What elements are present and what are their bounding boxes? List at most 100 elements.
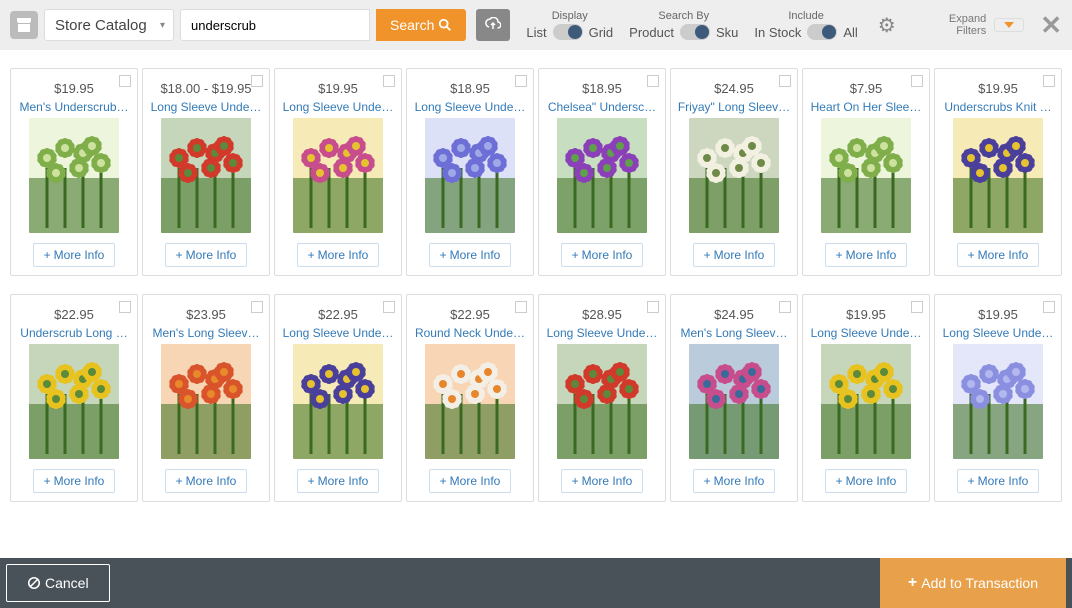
searchby-label: Search By — [658, 10, 709, 22]
select-checkbox[interactable] — [779, 75, 791, 87]
product-price: $19.95 — [807, 307, 925, 322]
search-icon — [438, 18, 452, 32]
product-title[interactable]: Long Sleeve Unde… — [147, 100, 265, 114]
search-button[interactable]: Search — [376, 9, 466, 41]
plus-icon: + — [44, 248, 51, 262]
product-card: $19.95 Long Sleeve Unde… — [802, 294, 930, 502]
include-toggle[interactable] — [807, 24, 837, 40]
product-price: $22.95 — [15, 307, 133, 322]
expand-filters-button[interactable] — [994, 18, 1024, 32]
select-checkbox[interactable] — [1043, 301, 1055, 313]
bottombar: Cancel + Add to Transaction — [0, 558, 1072, 608]
add-to-transaction-button[interactable]: + Add to Transaction — [880, 558, 1066, 608]
plus-icon: + — [968, 248, 975, 262]
product-card: $22.95 Long Sleeve Unde… — [274, 294, 402, 502]
plus-icon: + — [440, 248, 447, 262]
select-checkbox[interactable] — [911, 301, 923, 313]
more-info-button[interactable]: + More Info — [561, 469, 644, 493]
plus-icon: + — [908, 574, 917, 592]
product-card: $22.95 Underscrub Long … — [10, 294, 138, 502]
product-card: $19.95 Long Sleeve Unde… — [274, 68, 402, 276]
more-info-button[interactable]: + More Info — [297, 469, 380, 493]
more-info-button[interactable]: + More Info — [297, 243, 380, 267]
select-checkbox[interactable] — [251, 301, 263, 313]
select-checkbox[interactable] — [911, 75, 923, 87]
product-title[interactable]: Underscrubs Knit … — [939, 100, 1057, 114]
product-card: $23.95 Men's Long Sleev… — [142, 294, 270, 502]
product-price: $24.95 — [675, 81, 793, 96]
product-title[interactable]: Men's Long Sleev… — [675, 326, 793, 340]
searchby-toggle[interactable] — [680, 24, 710, 40]
include-label: Include — [788, 10, 823, 22]
results-area: $19.95 Men's Underscrub… — [0, 50, 1072, 558]
product-price: $19.95 — [279, 81, 397, 96]
select-checkbox[interactable] — [515, 75, 527, 87]
more-info-button[interactable]: + More Info — [825, 469, 908, 493]
product-title[interactable]: Men's Underscrub… — [15, 100, 133, 114]
select-checkbox[interactable] — [251, 75, 263, 87]
select-checkbox[interactable] — [647, 301, 659, 313]
include-instock-label: In Stock — [754, 25, 801, 40]
upload-button[interactable] — [476, 9, 510, 41]
product-title[interactable]: Long Sleeve Unde… — [279, 100, 397, 114]
more-info-button[interactable]: + More Info — [165, 469, 248, 493]
product-title[interactable]: Long Sleeve Unde… — [807, 326, 925, 340]
product-price: $18.00 - $19.95 — [147, 81, 265, 96]
product-title[interactable]: Underscrub Long … — [15, 326, 133, 340]
more-info-button[interactable]: + More Info — [957, 469, 1040, 493]
product-title[interactable]: Heart On Her Slee… — [807, 100, 925, 114]
plus-icon: + — [176, 474, 183, 488]
product-card: $22.95 Round Neck Unde… — [406, 294, 534, 502]
display-toggle[interactable] — [553, 24, 583, 40]
search-btn-label: Search — [390, 17, 434, 33]
product-title[interactable]: Friyay" Long Sleev… — [675, 100, 793, 114]
more-info-button[interactable]: + More Info — [33, 469, 116, 493]
cancel-button[interactable]: Cancel — [6, 564, 110, 602]
product-title[interactable]: Long Sleeve Unde… — [411, 100, 529, 114]
select-checkbox[interactable] — [647, 75, 659, 87]
more-info-button[interactable]: + More Info — [33, 243, 116, 267]
product-card: $28.95 Long Sleeve Unde… — [538, 294, 666, 502]
plus-icon: + — [572, 474, 579, 488]
more-info-button[interactable]: + More Info — [957, 243, 1040, 267]
select-checkbox[interactable] — [1043, 75, 1055, 87]
product-title[interactable]: Chelsea" Undersc… — [543, 100, 661, 114]
select-checkbox[interactable] — [779, 301, 791, 313]
plus-icon: + — [44, 474, 51, 488]
product-price: $24.95 — [675, 307, 793, 322]
catalog-select[interactable]: Store Catalog — [44, 9, 174, 41]
select-checkbox[interactable] — [383, 301, 395, 313]
searchby-sku-label: Sku — [716, 25, 738, 40]
select-checkbox[interactable] — [119, 75, 131, 87]
product-title[interactable]: Long Sleeve Unde… — [279, 326, 397, 340]
expand-filters-label[interactable]: Expand Filters — [949, 13, 986, 37]
ban-icon — [27, 576, 41, 590]
more-info-button[interactable]: + More Info — [429, 243, 512, 267]
more-info-button[interactable]: + More Info — [165, 243, 248, 267]
display-list-label: List — [526, 25, 546, 40]
searchby-product-label: Product — [629, 25, 674, 40]
gear-icon[interactable]: ⚙ — [878, 13, 896, 38]
product-price: $28.95 — [543, 307, 661, 322]
product-price: $19.95 — [939, 81, 1057, 96]
upload-icon — [485, 17, 501, 33]
close-icon[interactable]: ✕ — [1040, 10, 1062, 41]
select-checkbox[interactable] — [515, 301, 527, 313]
select-checkbox[interactable] — [383, 75, 395, 87]
more-info-button[interactable]: + More Info — [693, 243, 776, 267]
store-icon — [10, 11, 38, 39]
more-info-button[interactable]: + More Info — [429, 469, 512, 493]
search-input[interactable] — [180, 9, 370, 41]
product-title[interactable]: Long Sleeve Unde… — [543, 326, 661, 340]
more-info-button[interactable]: + More Info — [561, 243, 644, 267]
plus-icon: + — [572, 248, 579, 262]
display-toggle-group: Display List Grid — [526, 10, 613, 40]
more-info-button[interactable]: + More Info — [693, 469, 776, 493]
product-title[interactable]: Men's Long Sleev… — [147, 326, 265, 340]
select-checkbox[interactable] — [119, 301, 131, 313]
product-price: $19.95 — [939, 307, 1057, 322]
more-info-button[interactable]: + More Info — [825, 243, 908, 267]
plus-icon: + — [836, 474, 843, 488]
product-title[interactable]: Long Sleeve Unde… — [939, 326, 1057, 340]
product-title[interactable]: Round Neck Unde… — [411, 326, 529, 340]
